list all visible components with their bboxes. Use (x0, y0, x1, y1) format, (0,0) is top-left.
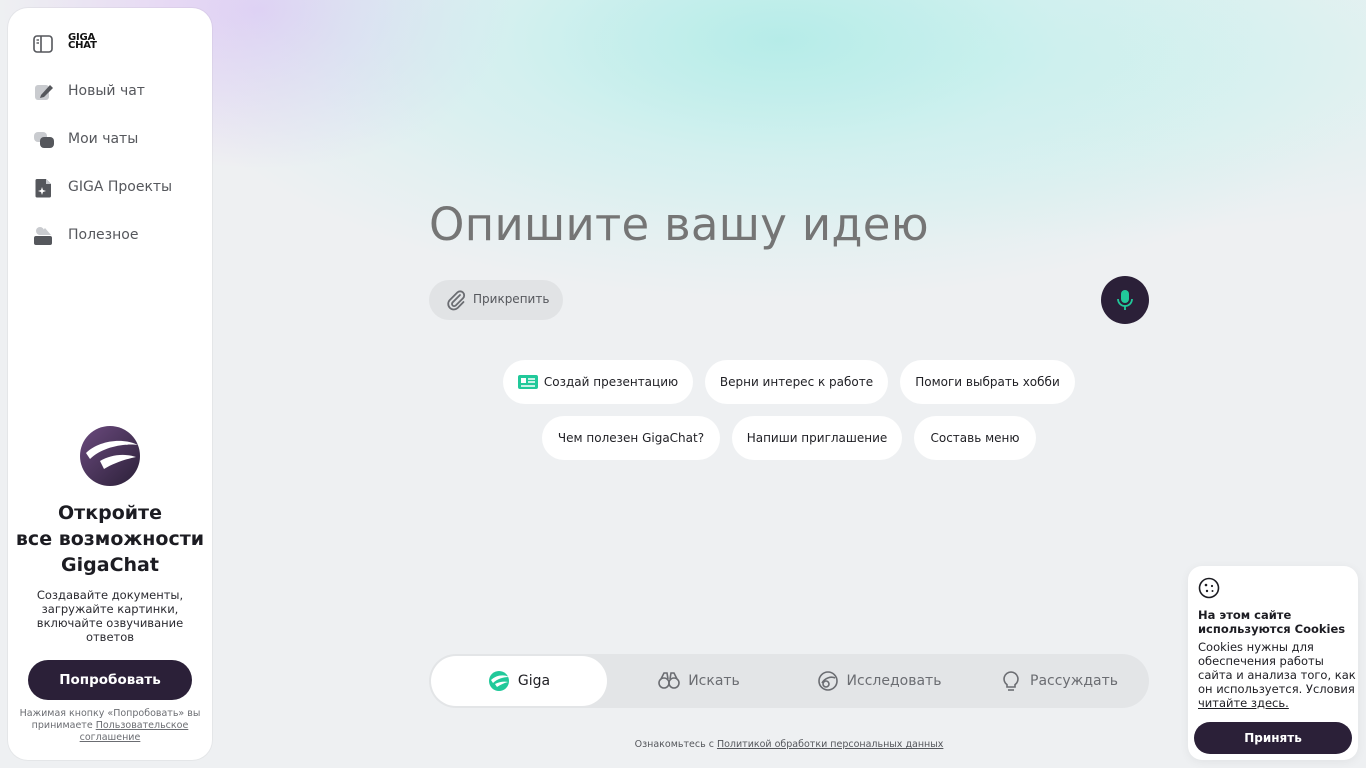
prompt-input[interactable] (429, 198, 1129, 251)
mode-selector: Giga Искать Исследовать Рассуждать (429, 654, 1149, 708)
mode-label: Рассуждать (1030, 673, 1118, 689)
useful-icon (34, 227, 52, 245)
privacy-policy-link[interactable]: Политикой обработки персональных данных (717, 739, 943, 750)
sidebar-item-label: GIGA Проекты (68, 179, 173, 195)
user-agreement-link[interactable]: Пользовательское соглашение (80, 720, 189, 743)
sidebar-item-label: Новый чат (68, 83, 145, 99)
suggestion-chip[interactable]: Верни интерес к работе (705, 360, 888, 404)
mode-reasoning[interactable]: Рассуждать (971, 656, 1147, 706)
sidebar-item-label: Мои чаты (68, 131, 139, 147)
cookie-icon (1198, 577, 1220, 599)
gigachat-promo-logo (80, 426, 140, 486)
cookie-read-more-link[interactable]: читайте здесь. (1198, 696, 1289, 710)
mode-research[interactable]: Исследовать (791, 656, 967, 706)
research-icon (817, 671, 838, 691)
accept-cookies-button[interactable]: Принять (1194, 722, 1352, 754)
giga-icon (488, 671, 509, 691)
mode-label: Giga (517, 673, 551, 689)
microphone-icon (1117, 290, 1133, 310)
sidebar-item-new-chat[interactable]: Новый чат (8, 72, 212, 112)
microphone-button[interactable] (1101, 276, 1149, 324)
try-button[interactable]: Попробовать (28, 660, 192, 700)
suggestion-chip-presentation[interactable]: Создай презентацию (503, 360, 693, 404)
gigachat-logo[interactable]: GIGA CHAT (68, 33, 97, 51)
suggestion-chip[interactable]: Помоги выбрать хобби (900, 360, 1075, 404)
privacy-note: Ознакомьтесь с Политикой обработки персо… (634, 739, 944, 750)
sidebar-item-my-chats[interactable]: Мои чаты (8, 120, 212, 160)
sidebar-header: GIGA CHAT (8, 28, 212, 60)
suggestion-chip[interactable]: Напиши приглашение (732, 416, 902, 460)
suggestion-chip[interactable]: Чем полезен GigaChat? (542, 416, 720, 460)
suggestion-chip[interactable]: Составь меню (914, 416, 1036, 460)
sidebar-toggle-icon[interactable] (33, 35, 53, 53)
mode-label: Исследовать (846, 673, 942, 689)
sidebar-item-useful[interactable]: Полезное (8, 216, 212, 256)
promo-legal-note: Нажимая кнопку «Попробовать» вы принимае… (19, 708, 201, 743)
promo-description: Создавайте документы, загружайте картинк… (36, 588, 184, 644)
mode-label: Искать (688, 673, 740, 689)
sidebar: GIGA CHAT Новый чат Мои чаты GIGA Проект… (8, 8, 212, 760)
promo-title: Откройте все возможности GigaChat (15, 502, 205, 576)
sidebar-item-label: Полезное (68, 227, 139, 243)
cookie-title: На этом сайте используются Cookies (1198, 608, 1346, 636)
lightbulb-icon (1003, 671, 1019, 691)
presentation-icon (517, 375, 538, 389)
cookie-text: Cookies нужны для обеспечения работы сай… (1198, 640, 1356, 710)
cookie-banner: На этом сайте используются Cookies Cooki… (1188, 566, 1358, 760)
paperclip-icon (447, 290, 466, 311)
attach-button[interactable]: Прикрепить (429, 280, 563, 320)
edit-icon (35, 85, 53, 100)
mode-search[interactable]: Искать (611, 656, 787, 706)
chats-icon (34, 132, 54, 148)
chip-label: Создай презентацию (543, 375, 679, 389)
mode-giga[interactable]: Giga (431, 656, 607, 706)
sidebar-item-giga-projects[interactable]: GIGA Проекты (8, 168, 212, 208)
search-binoculars-icon (658, 672, 680, 689)
projects-icon (35, 179, 51, 198)
attach-label: Прикрепить (473, 292, 550, 306)
